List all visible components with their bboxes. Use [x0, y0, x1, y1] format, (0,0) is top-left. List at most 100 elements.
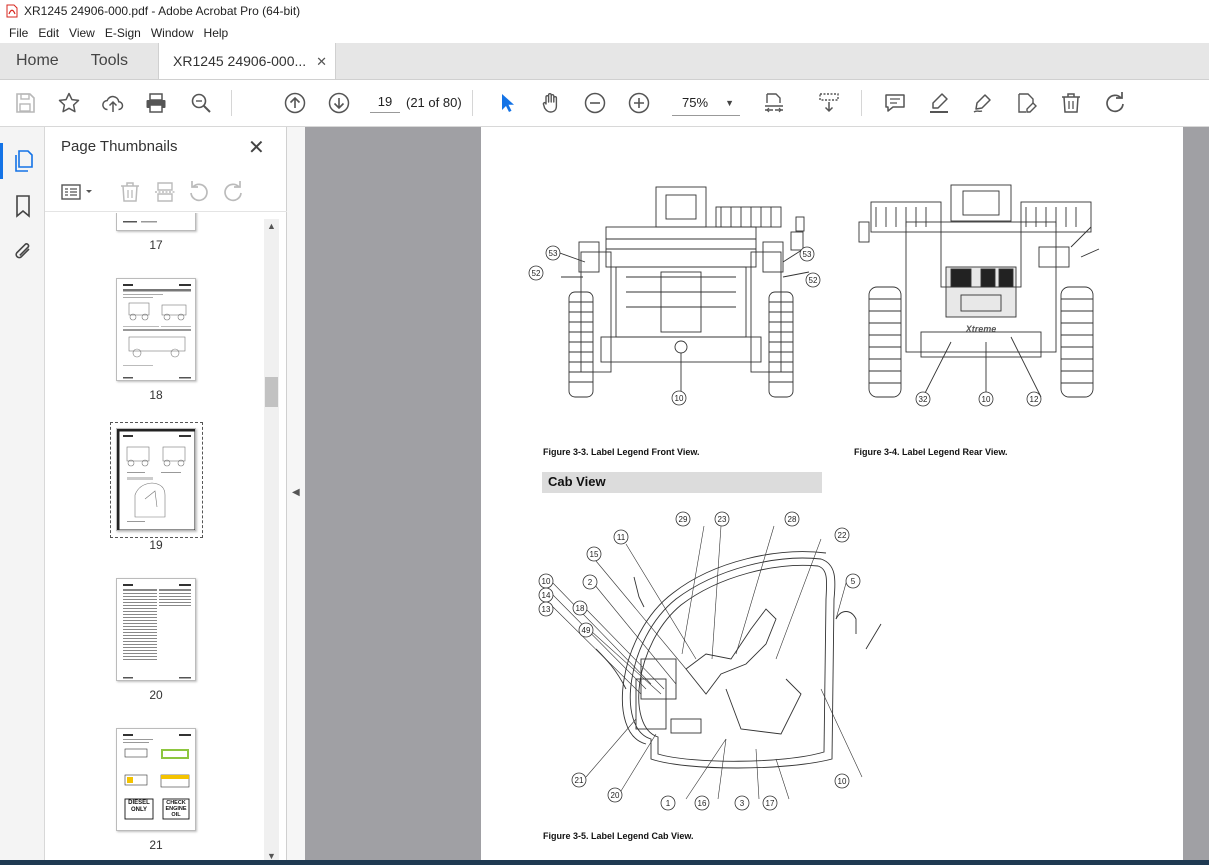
callout: 20: [611, 791, 620, 800]
chevron-left-icon: ◀: [292, 487, 300, 498]
acrobat-logo-icon: [6, 4, 18, 18]
thumbnail-label: 20: [149, 688, 163, 702]
taskbar-strip: [0, 860, 1209, 865]
tab-document-label: XR1245 24906-000...: [173, 53, 307, 69]
callout: 29: [679, 515, 688, 524]
callout: 12: [1030, 395, 1039, 404]
rear-view-figure: Xtreme 32 10 12: [858, 184, 1100, 407]
figure-front-caption: Figure 3-3. Label Legend Front View.: [543, 447, 700, 457]
sign-icon[interactable]: [971, 91, 995, 115]
document-view[interactable]: 53 52 53 52 10 Xtreme 32 10 12 Figure 3-…: [305, 127, 1209, 860]
thumbnail-scrollbar[interactable]: ▲ ▼: [264, 219, 279, 865]
thumbnail-list: 17 18 19 20 DIESEL ONLY CHECK ENGINE OIL…: [45, 213, 273, 865]
left-rail: [0, 127, 45, 865]
thumbnail-page-18[interactable]: [116, 278, 196, 381]
callout: 5: [851, 577, 856, 586]
menu-e-sign[interactable]: E-Sign: [100, 26, 146, 40]
callout: 53: [803, 250, 812, 259]
window-title: XR1245 24906-000.pdf - Adobe Acrobat Pro…: [24, 4, 301, 18]
scroll-mode-icon[interactable]: [817, 91, 841, 115]
callout: 28: [788, 515, 797, 524]
section-heading: Cab View: [548, 474, 606, 489]
tab-document[interactable]: XR1245 24906-000... ✕: [158, 43, 337, 79]
thumbnail-label: 19: [149, 538, 163, 552]
save-icon[interactable]: [13, 91, 37, 115]
thumbnail-engine-label: CHECK ENGINE OIL: [165, 800, 187, 818]
thumbnail-panel: Page Thumbnails ✕ 17 18 19 20 DIESEL ONL…: [45, 127, 287, 865]
redo-icon[interactable]: [1103, 91, 1127, 115]
edit-pdf-icon[interactable]: [1015, 91, 1039, 115]
tab-bar: Home Tools XR1245 24906-000... ✕: [0, 43, 1209, 80]
menu-bar: File Edit View E-Sign Window Help: [0, 22, 1209, 43]
title-bar: XR1245 24906-000.pdf - Adobe Acrobat Pro…: [0, 0, 1209, 22]
tab-home[interactable]: Home: [0, 43, 75, 79]
callout: 3: [740, 799, 745, 808]
zoom-select[interactable]: 75% ▼: [672, 90, 740, 116]
callout: 22: [838, 531, 847, 540]
zoom-out-icon[interactable]: [583, 91, 607, 115]
menu-edit[interactable]: Edit: [33, 26, 64, 40]
toolbar: [0, 80, 1209, 127]
callout: 13: [542, 605, 551, 614]
menu-window[interactable]: Window: [146, 26, 199, 40]
star-icon[interactable]: [57, 91, 81, 115]
callout: 1: [666, 799, 671, 808]
callout: 16: [698, 799, 707, 808]
thumbnail-label: 18: [149, 388, 163, 402]
highlight-icon[interactable]: [927, 91, 951, 115]
panel-collapse-handle[interactable]: ◀: [287, 127, 305, 865]
thumbnail-page-19[interactable]: [116, 428, 196, 531]
select-cursor-icon[interactable]: [495, 91, 519, 115]
thumbnail-page-21[interactable]: DIESEL ONLY CHECK ENGINE OIL: [116, 728, 196, 831]
extract-page-icon[interactable]: [153, 180, 177, 204]
menu-file[interactable]: File: [4, 26, 33, 40]
callout: 10: [982, 395, 991, 404]
rotate-right-icon[interactable]: [221, 180, 245, 204]
chevron-down-icon: ▼: [725, 98, 734, 108]
callout: 14: [542, 591, 551, 600]
callout: 11: [617, 533, 626, 542]
callout: 23: [718, 515, 727, 524]
delete-icon[interactable]: [1059, 91, 1083, 115]
hand-icon[interactable]: [539, 91, 563, 115]
scrollbar-thumb[interactable]: [265, 377, 278, 407]
page-thumbnails-icon[interactable]: [0, 143, 35, 179]
page-down-icon[interactable]: [327, 91, 351, 115]
thumbnail-toolbar: [45, 174, 287, 212]
delete-page-icon[interactable]: [118, 180, 142, 204]
thumbnail-page-17[interactable]: [116, 213, 196, 231]
page-number-input[interactable]: 19: [370, 91, 400, 113]
callout: 49: [582, 626, 591, 635]
panel-title: Page Thumbnails: [61, 138, 178, 155]
menu-view[interactable]: View: [64, 26, 100, 40]
tab-tools[interactable]: Tools: [75, 43, 144, 79]
close-tab-icon[interactable]: ✕: [316, 54, 327, 70]
zoom-level: 75%: [682, 95, 709, 110]
callout: 17: [766, 799, 775, 808]
bookmark-icon[interactable]: [11, 194, 35, 218]
front-view-figure: 53 52 53 52 10: [528, 186, 821, 406]
upload-icon[interactable]: [101, 91, 125, 115]
callout: 10: [542, 577, 551, 586]
search-icon[interactable]: [189, 91, 213, 115]
callout: 18: [576, 604, 585, 613]
page-up-icon[interactable]: [283, 91, 307, 115]
comment-icon[interactable]: [883, 91, 907, 115]
attachment-icon[interactable]: [11, 240, 35, 264]
callout: 52: [809, 276, 818, 285]
rotate-left-icon[interactable]: [187, 180, 211, 204]
fit-page-icon[interactable]: [762, 91, 786, 115]
menu-help[interactable]: Help: [199, 26, 234, 40]
scroll-up-icon[interactable]: ▲: [264, 221, 279, 231]
thumbnail-options-icon[interactable]: [59, 180, 97, 204]
thumbnail-label: 21: [149, 838, 163, 852]
callout: 21: [575, 776, 584, 785]
callout: 53: [549, 249, 558, 258]
close-panel-icon[interactable]: ✕: [248, 135, 265, 160]
thumbnail-page-20[interactable]: [116, 578, 196, 681]
print-icon[interactable]: [144, 91, 168, 115]
figure-cab-caption: Figure 3-5. Label Legend Cab View.: [543, 831, 694, 841]
cab-view-figure: 29 23 28 22 11 15 10 14 13 2 18 49 5 21 …: [538, 511, 882, 811]
callout: 32: [919, 395, 928, 404]
zoom-in-icon[interactable]: [627, 91, 651, 115]
